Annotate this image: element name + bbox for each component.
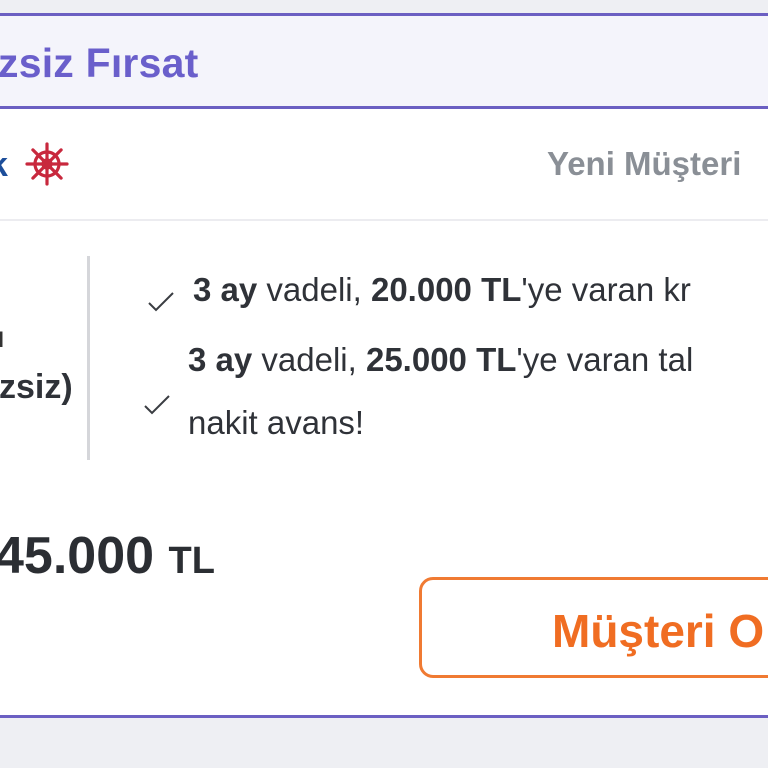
- limit-currency: TL: [168, 540, 215, 582]
- product-name-line1: ı: [0, 321, 5, 355]
- bank-logo-text: k: [0, 146, 8, 185]
- limit-amount-value: 45.000: [0, 527, 155, 585]
- ship-helm-icon: [25, 142, 69, 186]
- feature-item-2-continued: nakit avans!: [188, 404, 365, 441]
- product-name-line2: zsiz): [0, 368, 73, 406]
- offer-card: zsiz Fırsat k Yeni Müşteri ı zsiz) 3 ay …: [0, 13, 768, 718]
- checkmark-icon: [147, 291, 175, 313]
- feature-item-2: 3 ay vadeli, 25.000 TL'ye varan tal: [188, 341, 694, 378]
- become-customer-button[interactable]: Müşteri O: [419, 577, 768, 678]
- column-divider: [87, 256, 90, 460]
- offer-title: zsiz Fırsat: [0, 40, 199, 86]
- offer-card-header: zsiz Fırsat: [0, 16, 768, 109]
- feature-item-1: 3 ay vadeli, 20.000 TL'ye varan kr: [193, 271, 691, 308]
- bank-row: k Yeni Müşteri: [0, 112, 768, 221]
- customer-segment-label: Yeni Müşteri: [547, 145, 742, 182]
- cta-label: Müşteri O: [552, 605, 765, 657]
- checkmark-icon: [143, 394, 171, 416]
- limit-amount: 45.000 TL: [0, 526, 215, 586]
